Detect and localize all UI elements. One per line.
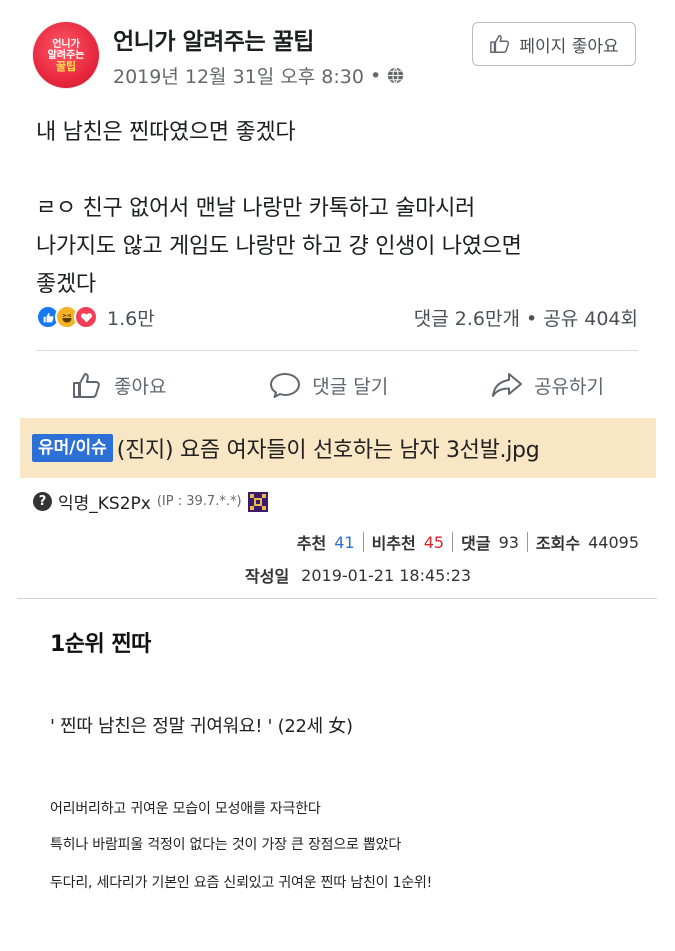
article-heading: 1순위 찐따 (50, 632, 151, 657)
comments-stat[interactable]: 댓글 93 (461, 530, 519, 554)
stat-separator (526, 532, 528, 552)
article-quote: ' 찐따 남친은 정말 귀여워요! ' (22세 女) (50, 716, 353, 737)
level-badge-icon (247, 491, 268, 512)
post-text-line-3: 나가지도 않고 게임도 나랑만 하고 걍 인생이 나였으면 (36, 234, 522, 259)
community-post-title-bar: 유머/이슈 (진지) 요즘 여자들이 선호하는 남자 3선발.jpg (20, 418, 656, 478)
post-action-bar: 좋아요 댓글 달기 공유하기 (36, 360, 638, 410)
share-arrow-icon (492, 373, 523, 397)
not-recommend-label: 비추천 (371, 534, 416, 553)
not-recommend-count: 45 (423, 532, 445, 552)
recommend-stat[interactable]: 추천 41 (297, 530, 355, 554)
reaction-bar: 1.6만 댓글 2.6만개 • 공유 404회 (36, 300, 638, 334)
author-name[interactable]: 익명_KS2Px (58, 489, 151, 514)
author-ip: (IP : 39.7.*.*) (156, 494, 242, 509)
stat-separator (452, 532, 454, 552)
like-button-label: 좋아요 (114, 375, 167, 398)
like-page-label: 페이지 좋아요 (519, 36, 619, 57)
views-label: 조회수 (535, 534, 581, 553)
comment-bubble-icon (270, 373, 301, 398)
views-stat: 조회수 44095 (536, 530, 639, 554)
divider (36, 350, 638, 351)
post-text-line-2: ㄹㅇ 친구 없어서 맨날 나랑만 카톡하고 술마시러 (36, 196, 475, 221)
logo-text-line-3: 꿀팁 (55, 59, 77, 73)
engagement-summary[interactable]: 댓글 2.6만개 • 공유 404회 (414, 304, 638, 331)
post-date-row: 작성일 2019-01-21 18:45:23 (245, 563, 471, 587)
comment-button-label: 댓글 달기 (312, 375, 389, 398)
post-meta: 2019년 12월 31일 오후 8:30 • (113, 62, 404, 89)
thumbs-up-icon (73, 373, 100, 398)
reaction-summary[interactable]: 1.6만 (36, 304, 155, 331)
question-mark-icon: ? (33, 492, 52, 511)
love-reaction-icon (74, 305, 98, 329)
like-button[interactable]: 좋아요 (36, 370, 200, 400)
comment-button[interactable]: 댓글 달기 (234, 370, 422, 400)
article-line-2: 특히나 바람피울 걱정이 없다는 것이 가장 큰 장점으로 뽑았다 (50, 837, 402, 853)
logo-text-line-1: 언니가 (52, 38, 80, 50)
divider (17, 598, 657, 599)
page-logo[interactable]: 언니가 알려주는 꿀팁 (33, 22, 99, 88)
like-page-button[interactable]: 페이지 좋아요 (472, 22, 636, 66)
post-header: 언니가 알려주는 꿀팁 언니가 알려주는 꿀팁 2019년 12월 31일 오후… (0, 0, 675, 100)
author-row: ? 익명_KS2Px (IP : 39.7.*.*) (33, 489, 268, 514)
comments-label: 댓글 (461, 534, 491, 553)
not-recommend-stat[interactable]: 비추천 45 (372, 530, 445, 554)
post-body: 내 남친은 찐따였으면 좋겠다 ㄹㅇ 친구 없어서 맨날 나랑만 카톡하고 술마… (36, 114, 646, 304)
thumbs-up-icon (490, 35, 510, 53)
stat-separator (362, 532, 364, 552)
category-badge[interactable]: 유머/이슈 (32, 434, 113, 462)
logo-text-line-2: 알려주는 (47, 49, 85, 61)
date-label: 작성일 (245, 567, 290, 586)
post-text-line-4: 좋겠다 (36, 272, 96, 297)
views-count: 44095 (588, 532, 639, 552)
share-button-label: 공유하기 (534, 375, 604, 398)
article-line-3: 두다리, 세다리가 기본인 요즘 신뢰있고 귀여운 찐따 남친이 1순위! (50, 875, 433, 891)
page-name-link[interactable]: 언니가 알려주는 꿀팁 (113, 22, 314, 56)
reaction-count: 1.6만 (107, 307, 155, 330)
post-timestamp[interactable]: 2019년 12월 31일 오후 8:30 (113, 62, 364, 89)
comments-count: 93 (498, 532, 519, 552)
article-line-1: 어리버리하고 귀여운 모습이 모성애를 자극한다 (50, 801, 321, 817)
community-post-title: (진지) 요즘 여자들이 선호하는 남자 3선발.jpg (116, 438, 540, 463)
post-text-line-1: 내 남친은 찐따였으면 좋겠다 (36, 120, 296, 145)
recommend-count: 41 (334, 532, 355, 552)
post-stats: 추천 41 비추천 45 댓글 93 조회수 44095 (297, 530, 639, 554)
date-value: 2019-01-21 18:45:23 (301, 565, 472, 585)
globe-icon (388, 67, 404, 84)
recommend-label: 추천 (296, 534, 327, 553)
meta-separator: • (369, 64, 382, 87)
share-button[interactable]: 공유하기 (456, 370, 638, 400)
